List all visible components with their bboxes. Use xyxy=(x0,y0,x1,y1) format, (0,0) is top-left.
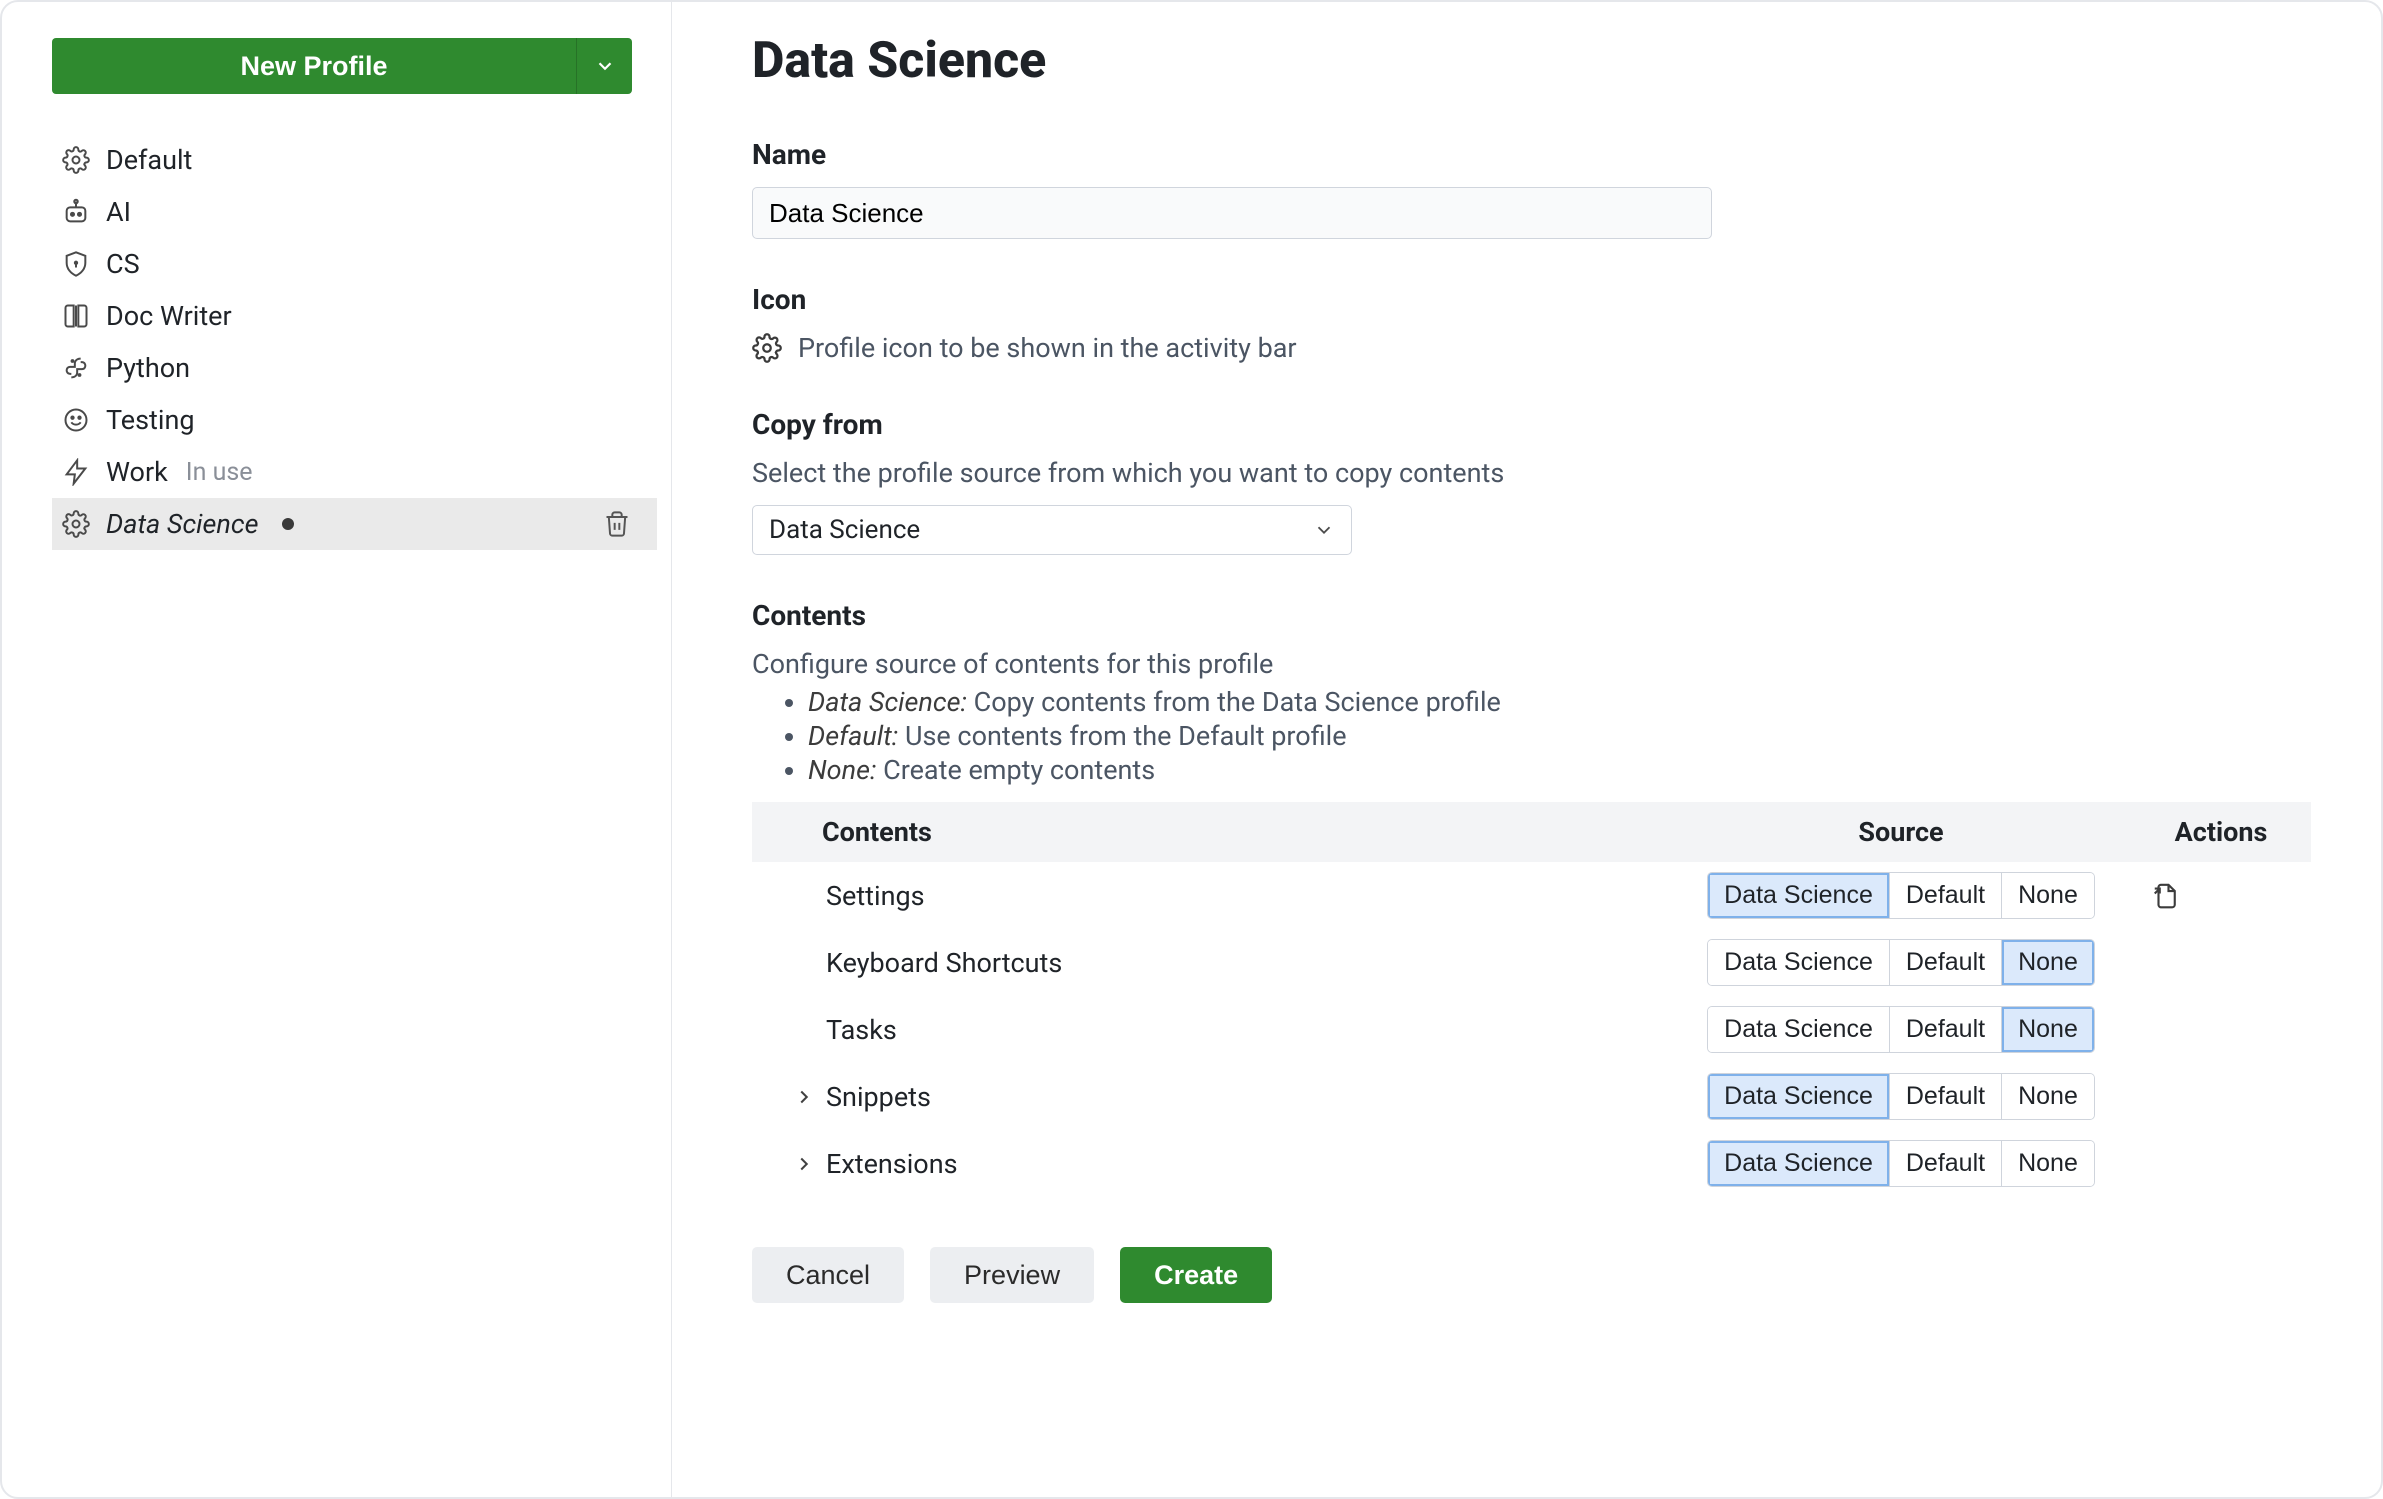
icon-label: Icon xyxy=(752,283,2311,316)
sidebar: New Profile Default AI CS Doc Writer Python T… xyxy=(2,2,672,1497)
gear-icon xyxy=(60,510,92,538)
copy-from-description: Select the profile source from which you… xyxy=(752,457,2311,489)
dirty-indicator-icon xyxy=(282,518,294,530)
content-row-label: Snippets xyxy=(826,1081,931,1113)
bolt-icon xyxy=(60,458,92,486)
sidebar-item-python[interactable]: Python xyxy=(52,342,657,394)
table-row: Keyboard Shortcuts Data ScienceDefaultNon… xyxy=(752,929,2311,996)
legend-item: Data Science: Copy contents from the Dat… xyxy=(808,686,2311,718)
table-row: Extensions Data ScienceDefaultNone xyxy=(752,1130,2311,1197)
content-row-label: Keyboard Shortcuts xyxy=(826,947,1062,979)
sidebar-item-label: Doc Writer xyxy=(106,300,232,332)
gear-icon xyxy=(60,146,92,174)
column-contents: Contents xyxy=(752,802,1671,862)
source-option-data-science[interactable]: Data Science xyxy=(1708,1074,1889,1119)
source-option-data-science[interactable]: Data Science xyxy=(1708,1007,1889,1052)
table-row: Snippets Data ScienceDefaultNone xyxy=(752,1063,2311,1130)
new-profile-dropdown-button[interactable] xyxy=(576,38,632,94)
sidebar-item-label: Work xyxy=(106,456,168,488)
source-option-default[interactable]: Default xyxy=(1889,940,2001,985)
source-option-none[interactable]: None xyxy=(2001,1141,2094,1186)
legend-item: Default: Use contents from the Default p… xyxy=(808,720,2311,752)
profile-name-input[interactable] xyxy=(752,187,1712,239)
icon-description: Profile icon to be shown in the activity… xyxy=(798,332,1297,364)
source-segmented-control: Data ScienceDefaultNone xyxy=(1707,1073,2095,1120)
column-source: Source xyxy=(1671,802,2131,862)
source-option-default[interactable]: Default xyxy=(1889,1141,2001,1186)
page-title: Data Science xyxy=(752,32,2311,90)
source-option-data-science[interactable]: Data Science xyxy=(1708,1141,1889,1186)
copy-from-select[interactable]: Data Science xyxy=(752,505,1352,555)
sidebar-item-ai[interactable]: AI xyxy=(52,186,657,238)
contents-section: Contents Configure source of contents fo… xyxy=(752,599,2311,1197)
contents-table: Contents Source Actions Settings Data Sci… xyxy=(752,802,2311,1197)
source-segmented-control: Data ScienceDefaultNone xyxy=(1707,1140,2095,1187)
in-use-badge: In use xyxy=(186,458,253,487)
sidebar-item-label: Data Science xyxy=(106,508,258,540)
sidebar-item-label: Testing xyxy=(106,404,195,436)
smile-icon xyxy=(60,406,92,434)
copy-from-selected-value: Data Science xyxy=(769,515,920,545)
sidebar-item-data-science[interactable]: Data Science xyxy=(52,498,657,550)
table-row: Settings Data ScienceDefaultNone xyxy=(752,862,2311,929)
table-row: Tasks Data ScienceDefaultNone xyxy=(752,996,2311,1063)
source-segmented-control: Data ScienceDefaultNone xyxy=(1707,1006,2095,1053)
sidebar-item-label: CS xyxy=(106,248,140,280)
icon-section: Icon Profile icon to be shown in the act… xyxy=(752,283,2311,364)
robot-icon xyxy=(60,198,92,226)
source-segmented-control: Data ScienceDefaultNone xyxy=(1707,872,2095,919)
sidebar-item-cs[interactable]: CS xyxy=(52,238,657,290)
source-option-none[interactable]: None xyxy=(2001,1074,2094,1119)
chevron-right-icon[interactable] xyxy=(792,1086,816,1108)
snake-icon xyxy=(60,354,92,382)
delete-profile-button[interactable] xyxy=(603,510,631,538)
sidebar-item-default[interactable]: Default xyxy=(52,134,657,186)
source-option-data-science[interactable]: Data Science xyxy=(1708,873,1889,918)
sidebar-item-work[interactable]: Work In use xyxy=(52,446,657,498)
source-option-default[interactable]: Default xyxy=(1889,1074,2001,1119)
open-file-icon[interactable] xyxy=(2151,881,2291,911)
new-profile-button[interactable]: New Profile xyxy=(52,38,576,94)
contents-description: Configure source of contents for this pr… xyxy=(752,648,2311,680)
copy-from-label: Copy from xyxy=(752,408,2311,441)
sidebar-item-label: Python xyxy=(106,352,190,384)
content-row-label: Extensions xyxy=(826,1148,958,1180)
source-option-default[interactable]: Default xyxy=(1889,873,2001,918)
gear-icon[interactable] xyxy=(752,333,782,363)
source-option-none[interactable]: None xyxy=(2001,873,2094,918)
create-button[interactable]: Create xyxy=(1120,1247,1272,1303)
book-icon xyxy=(60,302,92,330)
source-option-default[interactable]: Default xyxy=(1889,1007,2001,1052)
source-segmented-control: Data ScienceDefaultNone xyxy=(1707,939,2095,986)
column-actions: Actions xyxy=(2131,802,2311,862)
legend-item: None: Create empty contents xyxy=(808,754,2311,786)
sidebar-item-label: AI xyxy=(106,196,131,228)
chevron-right-icon[interactable] xyxy=(792,1153,816,1175)
cancel-button[interactable]: Cancel xyxy=(752,1247,904,1303)
name-section: Name xyxy=(752,138,2311,239)
sidebar-item-testing[interactable]: Testing xyxy=(52,394,657,446)
preview-button[interactable]: Preview xyxy=(930,1247,1094,1303)
shield-icon xyxy=(60,250,92,278)
source-option-none[interactable]: None xyxy=(2001,940,2094,985)
sidebar-item-doc-writer[interactable]: Doc Writer xyxy=(52,290,657,342)
source-option-none[interactable]: None xyxy=(2001,1007,2094,1052)
main-panel: Data Science Name Icon Profile icon to b… xyxy=(672,2,2381,1497)
content-row-label: Settings xyxy=(826,880,925,912)
copy-from-section: Copy from Select the profile source from… xyxy=(752,408,2311,555)
contents-label: Contents xyxy=(752,599,2311,632)
name-label: Name xyxy=(752,138,2311,171)
source-option-data-science[interactable]: Data Science xyxy=(1708,940,1889,985)
chevron-down-icon xyxy=(1313,519,1335,541)
chevron-down-icon xyxy=(594,55,616,77)
footer-buttons: Cancel Preview Create xyxy=(752,1247,2311,1303)
content-row-label: Tasks xyxy=(826,1014,897,1046)
sidebar-item-label: Default xyxy=(106,144,192,176)
